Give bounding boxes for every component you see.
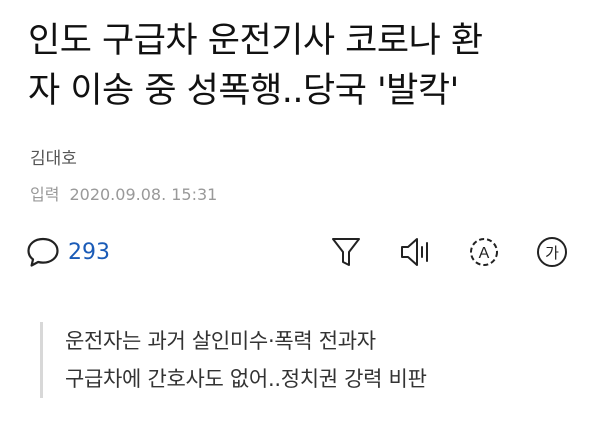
publish-date-label: 입력 — [30, 185, 60, 204]
article-title-line-1: 인도 구급차 운전기사 코로나 환 — [28, 21, 483, 61]
font-size-glyph: 가 — [545, 244, 559, 262]
article-toolbar: 293 A 가 — [26, 232, 574, 276]
comment-icon — [26, 236, 60, 268]
filter-icon — [328, 234, 364, 270]
article-subheadings: 운전자는 과거 살인미수·폭력 전과자 구급차에 간호사도 없어..정치권 강력… — [40, 322, 427, 398]
article-title: 인도 구급차 운전기사 코로나 환 자 이송 중 성폭행..당국 '발칵' — [28, 16, 588, 116]
speaker-icon — [398, 234, 434, 270]
summary-icon: A — [466, 234, 502, 270]
reporter-name[interactable]: 김대호 — [30, 144, 77, 169]
comment-count: 293 — [68, 239, 110, 265]
publish-date-value: 2020.09.08. 15:31 — [69, 185, 218, 204]
summary-button[interactable]: A — [466, 234, 502, 270]
font-size-icon: 가 — [534, 234, 570, 270]
filter-button[interactable] — [328, 234, 364, 270]
publish-dateline: 입력 2020.09.08. 15:31 — [30, 181, 217, 205]
subheading-2: 구급차에 간호사도 없어..정치권 강력 비판 — [65, 367, 427, 391]
font-size-button[interactable]: 가 — [534, 234, 570, 270]
listen-button[interactable] — [398, 234, 434, 270]
article-title-line-2: 자 이송 중 성폭행..당국 '발칵' — [28, 71, 459, 111]
summary-glyph: A — [479, 245, 490, 262]
comment-button[interactable]: 293 — [26, 236, 110, 268]
subheading-1: 운전자는 과거 살인미수·폭력 전과자 — [65, 329, 376, 353]
